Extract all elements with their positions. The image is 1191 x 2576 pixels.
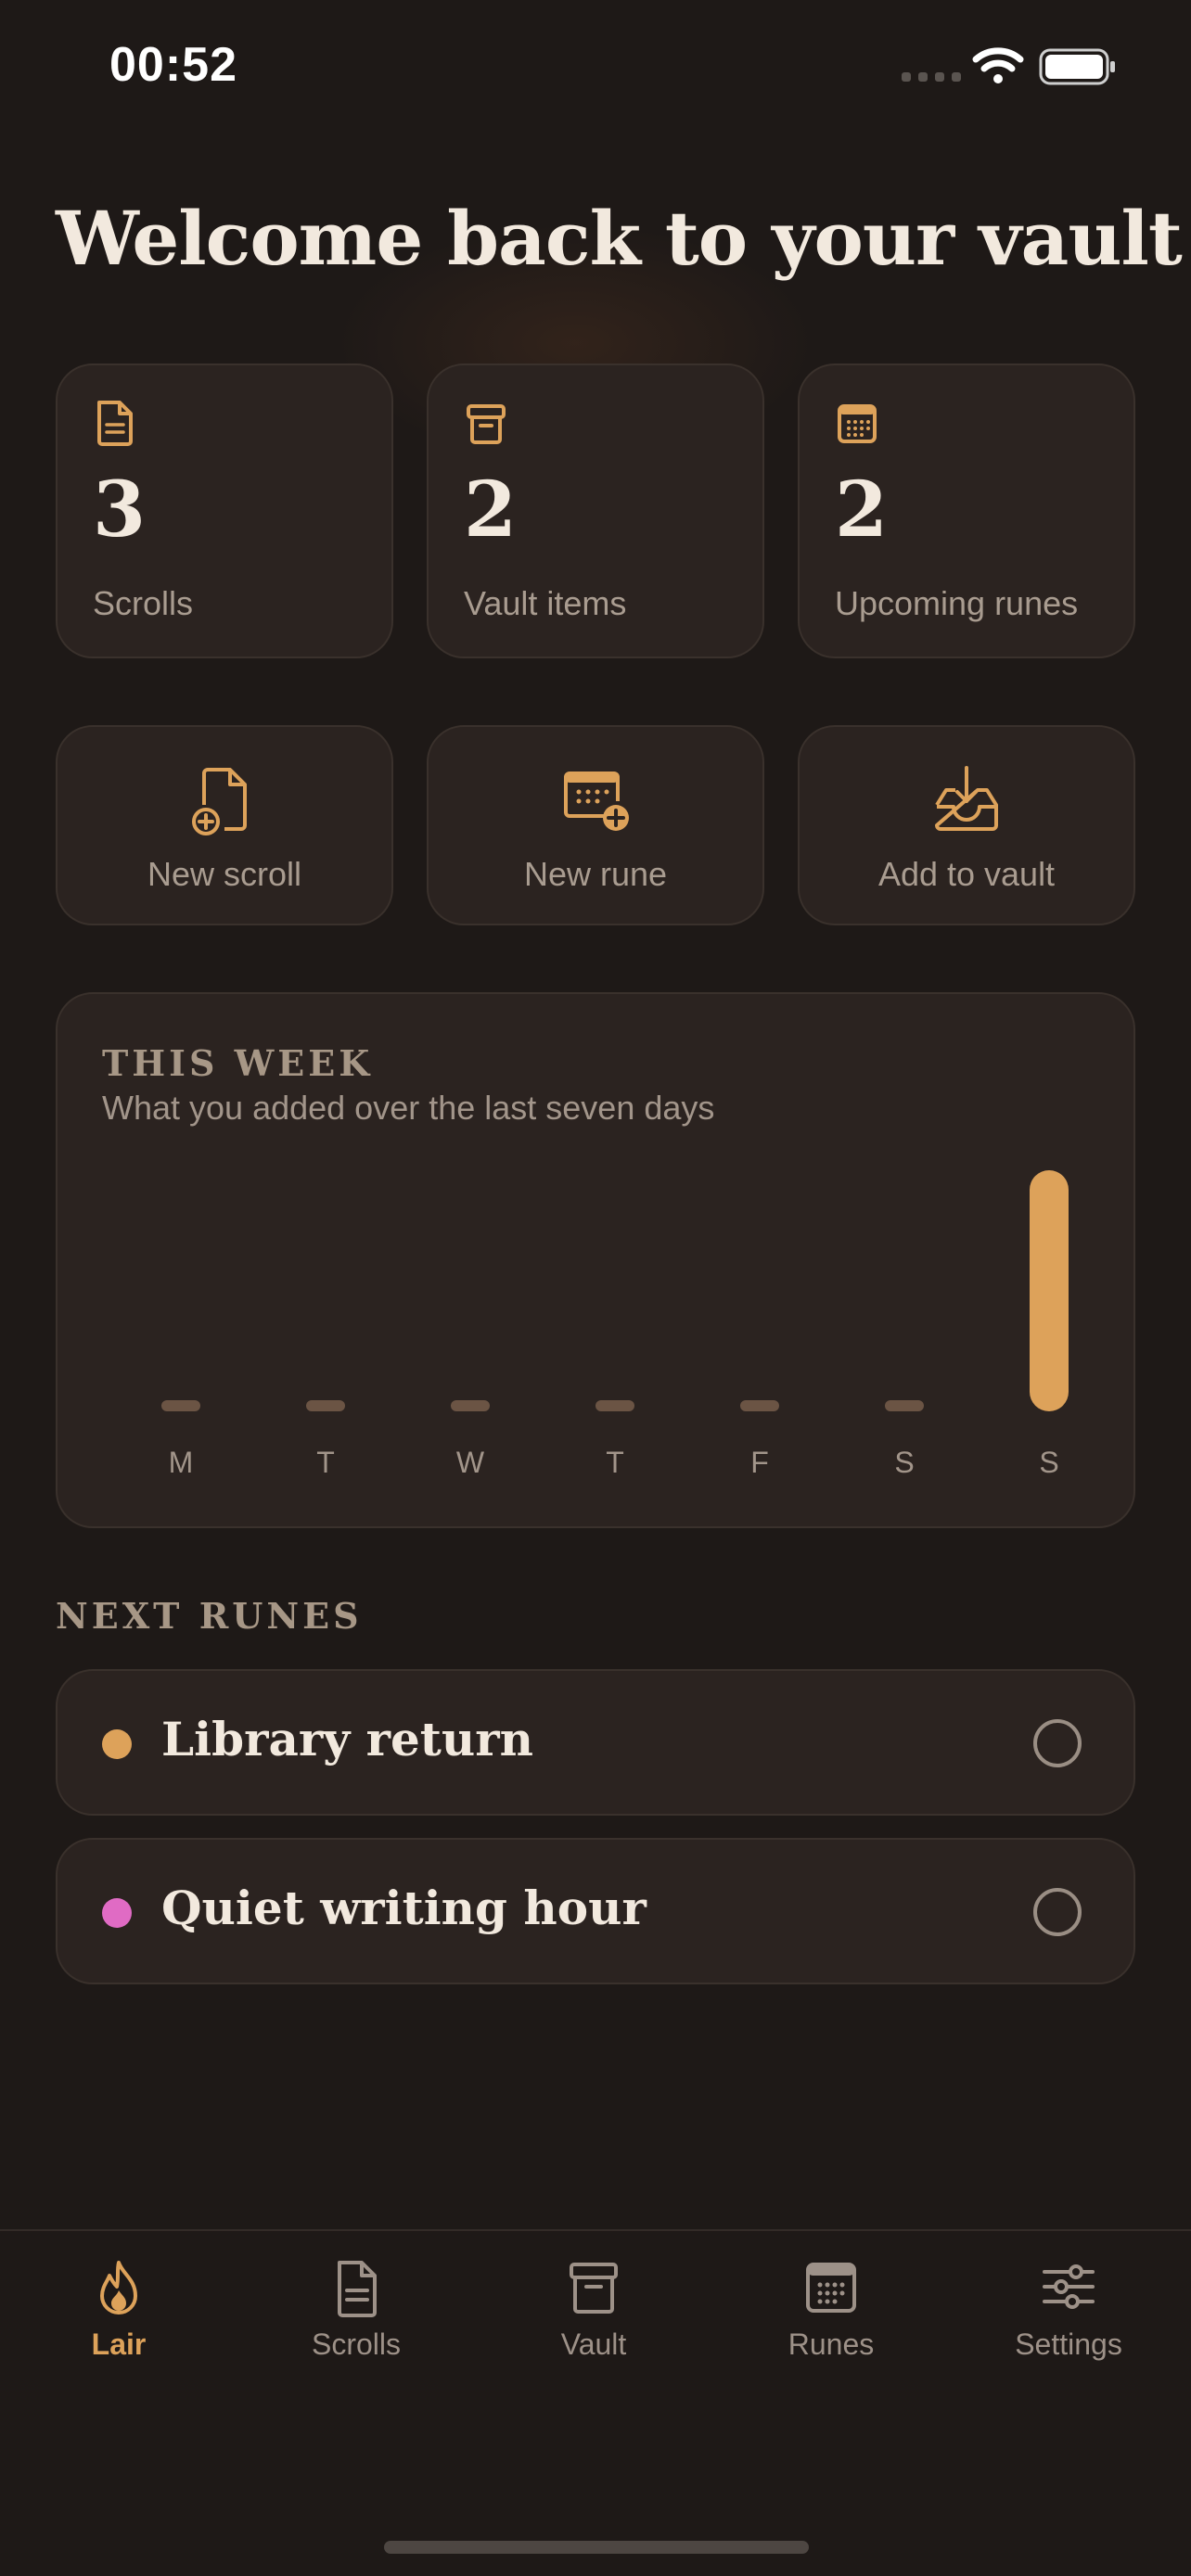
chart-day-label: S [894,1446,914,1479]
chart-bar [1030,1170,1069,1411]
document-icon [97,401,133,446]
rune-color-dot [102,1898,132,1928]
tab-vault[interactable]: Vault [475,2259,712,2389]
stat-value: 2 [464,465,518,555]
tab-scrolls[interactable]: Scrolls [237,2259,475,2389]
rune-title: Quiet writing hour [161,1881,647,1935]
chart-bar [161,1400,200,1411]
action-label: Add to vault [877,855,1056,893]
chart-day-label: T [606,1446,624,1479]
tab-settings[interactable]: Settings [950,2259,1187,2389]
weekly-activity-chart: THIS WEEK What you added over the last s… [56,992,1135,1528]
chart-bar [596,1400,634,1411]
tab-lair[interactable]: Lair [0,2259,237,2389]
flame-icon [100,2261,137,2315]
tab-label: Lair [91,2327,147,2361]
tab-label: Runes [788,2327,875,2361]
archive-box-icon [467,404,506,444]
stat-value: 3 [93,465,147,555]
chart-bar [306,1400,345,1411]
status-time: 00:52 [109,38,237,92]
chart-day-label: T [316,1446,335,1479]
battery-icon [1039,48,1115,85]
rune-complete-checkbox[interactable] [1033,1719,1082,1767]
stat-value: 2 [835,465,889,555]
home-indicator [384,2541,809,2554]
stat-card-scrolls[interactable]: 3 Scrolls [56,363,393,658]
rune-item[interactable]: Library return [56,1669,1135,1816]
calendar-plus-icon [564,772,629,831]
wifi-icon [972,47,1024,83]
home-screen: 00:52 Welcome back to your vault 3 Scrol… [0,0,1191,2576]
rune-item[interactable]: Quiet writing hour [56,1838,1135,1984]
inbox-download-icon [935,766,998,831]
add-to-vault-button[interactable]: Add to vault [798,725,1135,925]
chart-bar [451,1400,490,1411]
tab-label: Vault [560,2327,627,2361]
new-scroll-button[interactable]: New scroll [56,725,393,925]
chart-day-label: W [456,1446,485,1479]
action-label: New rune [523,855,668,893]
calendar-icon [838,404,877,443]
chart-day-label: F [750,1446,769,1479]
document-icon [338,2261,377,2317]
new-rune-button[interactable]: New rune [427,725,764,925]
tab-label: Scrolls [311,2327,401,2361]
stat-label: Scrolls [93,584,194,622]
tab-bar: Lair Scrolls Vault Runes Settings [0,2229,1191,2576]
tab-label: Settings [1015,2327,1122,2361]
rune-complete-checkbox[interactable] [1033,1888,1082,1936]
chart-plot: MTWTFSS [161,1170,1069,1479]
action-label: New scroll [147,855,302,893]
stat-label: Vault items [464,584,627,622]
cellular-signal-icon [902,72,961,82]
document-plus-icon [192,768,247,835]
stat-card-upcoming-runes[interactable]: 2 Upcoming runes [798,363,1135,658]
chart-day-label: S [1039,1446,1058,1479]
rune-color-dot [102,1729,132,1759]
rune-title: Library return [161,1712,533,1766]
next-runes-heading: NEXT RUNES [56,1595,363,1637]
chart-bar [885,1400,924,1411]
tab-runes[interactable]: Runes [712,2259,950,2389]
calendar-icon [806,2263,856,2313]
sliders-icon [1043,2264,1095,2309]
page-title: Welcome back to your vault [56,195,1183,282]
chart-bar [740,1400,779,1411]
archive-box-icon [570,2263,618,2314]
stat-card-vault-items[interactable]: 2 Vault items [427,363,764,658]
chart-day-label: M [169,1446,194,1479]
stat-label: Upcoming runes [835,584,1079,622]
